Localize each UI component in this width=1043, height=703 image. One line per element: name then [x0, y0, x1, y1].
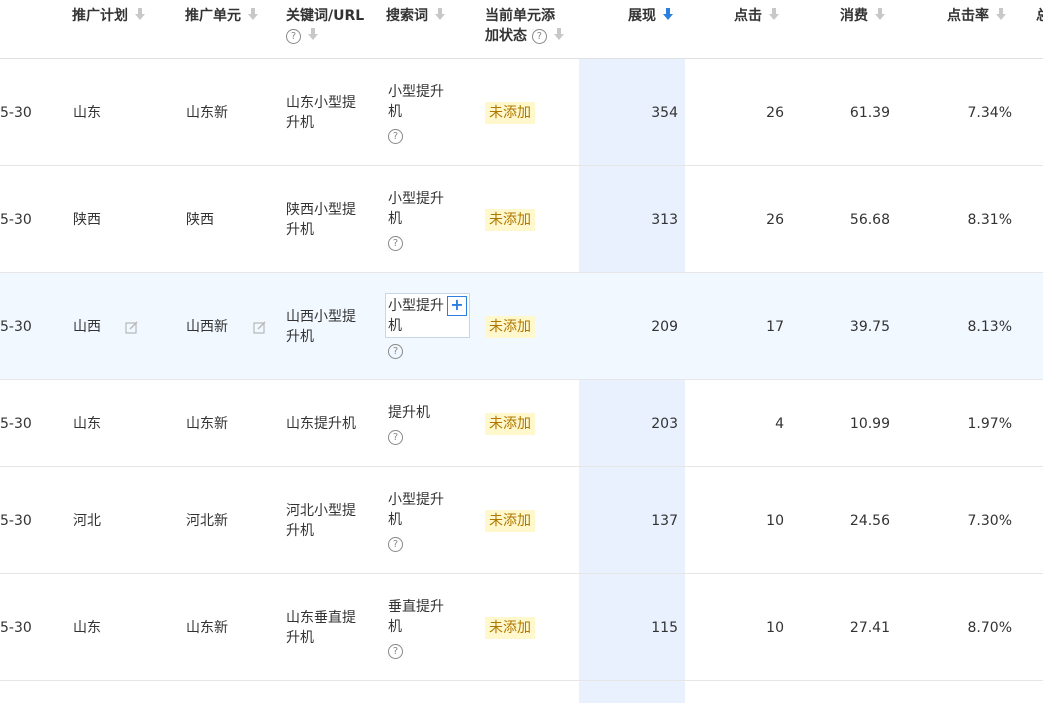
date-cell: 5-30	[0, 416, 32, 432]
clicks-cell: 26	[766, 212, 784, 228]
unit-cell[interactable]: 山东新	[186, 618, 228, 638]
sort-arrow-icon[interactable]	[434, 6, 445, 26]
col-header-search-term[interactable]: 搜索词	[386, 6, 445, 26]
search-term-cell[interactable]: 小型提升 机 +	[385, 293, 470, 338]
cost-cell: 27.41	[849, 620, 890, 636]
ctr-cell: 8.13%	[967, 319, 1012, 335]
status-badge: 未添加	[485, 617, 535, 639]
table-row: 5-30 山东 山东新 山东垂直提 升机 垂直提升 机 ? 未添加 115 10…	[0, 574, 1043, 681]
keyword-cell: 河北小型提 升机	[286, 503, 356, 539]
col-header-overflow[interactable]: 总	[1036, 6, 1043, 26]
add-keyword-button[interactable]: +	[447, 296, 467, 316]
plan-cell[interactable]: 山东	[73, 103, 101, 123]
keyword-cell: 山东垂直提 升机	[286, 610, 356, 646]
cost-cell: 56.68	[849, 212, 890, 228]
ctr-cell: 8.70%	[967, 620, 1012, 636]
impressions-cell: 203	[651, 416, 678, 432]
keyword-cell: 山东小型提 升机	[286, 95, 356, 131]
clicks-cell: 26	[766, 105, 784, 121]
question-icon[interactable]: ?	[388, 236, 403, 251]
unit-cell[interactable]: 陕西	[186, 210, 214, 230]
plan-cell[interactable]: 山西	[73, 317, 101, 337]
search-term-cell: 小型提升 机 ?	[388, 84, 444, 144]
impressions-cell: 115	[651, 620, 678, 636]
edit-icon[interactable]	[125, 319, 138, 338]
sort-arrow-icon[interactable]	[874, 6, 885, 26]
impressions-cell: 209	[651, 319, 678, 335]
col-header-unit[interactable]: 推广单元	[185, 6, 258, 26]
sort-arrow-active-icon[interactable]	[662, 6, 673, 26]
search-term-cell: 小型提升 机 ?	[388, 492, 444, 552]
col-header-status[interactable]: 当前单元添 加状态 ?	[485, 6, 564, 46]
plan-cell[interactable]: 陕西	[73, 210, 101, 230]
clicks-cell: 17	[766, 319, 784, 335]
ctr-cell: 1.97%	[967, 416, 1012, 432]
col-header-cost[interactable]: 消费	[840, 6, 885, 26]
clicks-cell: 10	[766, 513, 784, 529]
sort-arrow-icon[interactable]	[307, 26, 318, 46]
question-icon[interactable]: ?	[388, 537, 403, 552]
date-cell: 5-30	[0, 319, 32, 335]
status-badge: 未添加	[485, 102, 535, 124]
status-badge: 未添加	[485, 209, 535, 231]
question-icon[interactable]: ?	[388, 129, 403, 144]
question-icon[interactable]: ?	[388, 344, 403, 359]
date-cell: 5-30	[0, 620, 32, 636]
impressions-cell: 354	[651, 105, 678, 121]
table-row: 5-30 陕西 陕西 陕西小型提 升机 小型提升 机 ? 未添加 313 26 …	[0, 166, 1043, 273]
keyword-cell: 陕西小型提 升机	[286, 202, 356, 238]
question-icon[interactable]: ?	[388, 430, 403, 445]
question-icon[interactable]: ?	[286, 28, 301, 44]
table-row: 5-30 河北 河北新 河北小型提 升机 小型提升 机 ? 未添加 137 10…	[0, 467, 1043, 574]
cost-cell: 39.75	[849, 319, 890, 335]
keyword-cell: 山西小型提 升机	[286, 309, 356, 345]
sort-arrow-icon[interactable]	[995, 6, 1006, 26]
status-badge: 未添加	[485, 413, 535, 435]
unit-cell[interactable]: 山东新	[186, 414, 228, 434]
col-header-impressions[interactable]: 展现	[628, 6, 673, 26]
question-icon[interactable]: ?	[388, 644, 403, 659]
col-header-plan[interactable]: 推广计划	[72, 6, 145, 26]
keyword-cell: 山东提升机	[286, 416, 356, 432]
col-header-ctr[interactable]: 点击率	[947, 6, 1006, 26]
clicks-cell: 4	[775, 416, 784, 432]
sort-arrow-icon[interactable]	[247, 6, 258, 26]
table-row-hovered: 5-30 山西 山西新 山西小型提 升机 小型提升 机 + ? 未添加 209 …	[0, 273, 1043, 380]
unit-cell[interactable]: 山西新	[186, 317, 228, 337]
ctr-cell: 7.34%	[967, 105, 1012, 121]
question-icon[interactable]: ?	[531, 28, 547, 44]
table-header: 推广计划 推广单元 关键词/URL ? 搜索词 当前单元添 加状态 ? 展现 点…	[0, 0, 1043, 59]
impressions-cell: 137	[651, 513, 678, 529]
status-badge: 未添加	[485, 316, 535, 338]
date-cell: 5-30	[0, 105, 32, 121]
plan-cell[interactable]: 山东	[73, 414, 101, 434]
clicks-cell: 10	[766, 620, 784, 636]
col-header-keyword[interactable]: 关键词/URL ?	[286, 6, 364, 46]
table-row: 5-30 山东 山东新 山东小型提 升机 小型提升 机 ? 未添加 354 26…	[0, 59, 1043, 166]
keyword-report-table: 推广计划 推广单元 关键词/URL ? 搜索词 当前单元添 加状态 ? 展现 点…	[0, 0, 1043, 703]
date-cell: 5-30	[0, 212, 32, 228]
search-term-cell: 小型提升 机 ?	[388, 191, 444, 251]
table-row: 5-30 山东 山东新 山东提升机 提升机 ? 未添加 203 4 10.99 …	[0, 380, 1043, 467]
edit-icon[interactable]	[253, 319, 266, 338]
status-badge: 未添加	[485, 510, 535, 532]
cost-cell: 61.39	[849, 105, 890, 121]
sort-arrow-icon[interactable]	[768, 6, 779, 26]
cost-cell: 10.99	[849, 416, 890, 432]
plan-cell[interactable]: 山东	[73, 618, 101, 638]
sort-arrow-icon[interactable]	[553, 26, 564, 46]
unit-cell[interactable]: 河北新	[186, 511, 228, 531]
ctr-cell: 8.31%	[967, 212, 1012, 228]
ctr-cell: 7.30%	[967, 513, 1012, 529]
impressions-cell: 313	[651, 212, 678, 228]
search-term-cell: 垂直提升 机 ?	[388, 599, 444, 659]
cost-cell: 24.56	[849, 513, 890, 529]
search-term-cell: 提升机 ?	[388, 405, 430, 445]
col-header-clicks[interactable]: 点击	[734, 6, 779, 26]
unit-cell[interactable]: 山东新	[186, 103, 228, 123]
date-cell: 5-30	[0, 513, 32, 529]
sort-arrow-icon[interactable]	[134, 6, 145, 26]
plan-cell[interactable]: 河北	[73, 511, 101, 531]
